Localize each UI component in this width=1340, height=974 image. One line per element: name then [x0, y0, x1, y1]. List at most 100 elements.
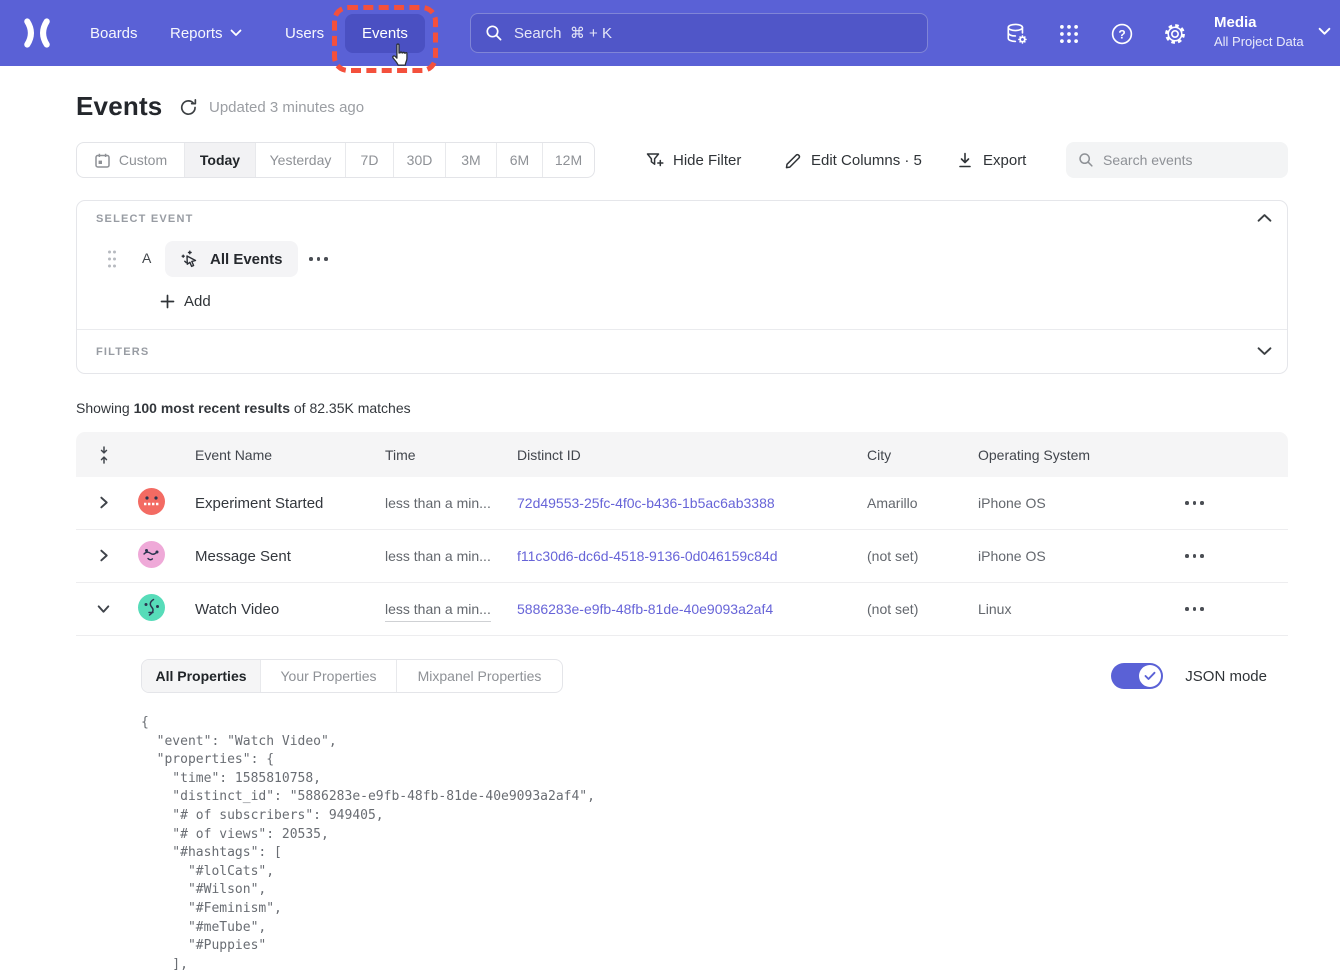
date-range-label: 12M [555, 152, 582, 168]
properties-tabs: All Properties Your Properties Mixpanel … [141, 659, 563, 693]
column-header-os[interactable]: Operating System [978, 447, 1185, 463]
nav-item-label: Events [362, 25, 408, 42]
date-range-today[interactable]: Today [185, 143, 256, 177]
collapse-row-icon[interactable] [96, 601, 112, 617]
hide-filter-label: Hide Filter [673, 152, 741, 169]
results-summary: Showing 100 most recent results of 82.35… [76, 400, 411, 416]
column-header-time[interactable]: Time [385, 447, 517, 463]
export-button[interactable]: Export [956, 151, 1032, 169]
search-events-input[interactable] [1103, 152, 1284, 168]
collapse-all-icon[interactable] [76, 446, 132, 464]
date-range-label: 3M [461, 152, 480, 168]
date-range-custom[interactable]: Custom [77, 143, 185, 177]
expand-row-icon[interactable] [96, 548, 112, 564]
search-events-box[interactable] [1066, 142, 1288, 178]
global-search[interactable] [470, 13, 928, 53]
hide-filter-button[interactable]: Hide Filter [645, 151, 748, 169]
svg-text:?: ? [1118, 27, 1125, 41]
date-range-3m[interactable]: 3M [446, 143, 497, 177]
mixpanel-logo-icon[interactable] [20, 18, 54, 48]
drag-handle-icon[interactable] [106, 249, 118, 269]
time-cell: less than a min... [385, 495, 517, 511]
row-more-options-button[interactable] [1185, 554, 1288, 558]
help-icon[interactable]: ? [1110, 22, 1134, 46]
data-management-icon[interactable] [1005, 22, 1029, 46]
project-name: Media [1214, 13, 1304, 33]
time-cell: less than a min... [385, 548, 517, 564]
table-row-expanded[interactable]: Watch Video less than a min... 5886283e-… [76, 583, 1288, 636]
add-event-button[interactable]: Add [160, 293, 211, 310]
date-range-7d[interactable]: 7D [346, 143, 394, 177]
apps-grid-icon[interactable] [1057, 22, 1081, 46]
row-more-options-button[interactable] [1185, 501, 1288, 505]
event-detail-panel: All Properties Your Properties Mixpanel … [76, 636, 1288, 974]
results-suffix: of 82.35K matches [290, 400, 411, 416]
table-row[interactable]: Experiment Started less than a min... 72… [76, 477, 1288, 530]
event-name-cell: Watch Video [195, 601, 385, 618]
event-selector-button[interactable]: All Events [165, 241, 298, 277]
column-header-distinct-id[interactable]: Distinct ID [517, 447, 867, 463]
date-range-30d[interactable]: 30D [394, 143, 446, 177]
settings-gear-icon[interactable] [1163, 22, 1187, 46]
date-range-label: Yesterday [270, 152, 332, 168]
date-range-6m[interactable]: 6M [497, 143, 543, 177]
expand-row-icon[interactable] [96, 495, 112, 511]
divider [77, 329, 1287, 330]
export-label: Export [983, 152, 1026, 169]
nav-item-label: Reports [170, 25, 223, 42]
tab-label: Mixpanel Properties [418, 668, 542, 684]
plus-icon [160, 294, 175, 309]
select-event-label: SELECT EVENT [96, 213, 194, 225]
nav-item-reports[interactable]: Reports [170, 0, 242, 66]
expand-filters-button[interactable] [1257, 346, 1273, 362]
date-range-yesterday[interactable]: Yesterday [256, 143, 346, 177]
json-mode-toggle[interactable] [1111, 663, 1163, 689]
global-search-input[interactable] [514, 25, 913, 42]
table-header: Event Name Time Distinct ID City Operati… [76, 432, 1288, 477]
os-cell: iPhone OS [978, 495, 1185, 511]
event-more-options-button[interactable] [309, 257, 328, 261]
edit-columns-button[interactable]: Edit Columns · 5 [784, 151, 926, 169]
os-cell: iPhone OS [978, 548, 1185, 564]
city-cell: Amarillo [867, 495, 978, 511]
json-mode-control: JSON mode [1111, 659, 1267, 693]
date-range-control: Custom Today Yesterday 7D 30D 3M 6M 12M [76, 142, 595, 178]
os-cell: Linux [978, 601, 1185, 617]
results-count: 100 most recent results [134, 400, 290, 416]
column-header-event-name[interactable]: Event Name [195, 447, 385, 463]
tab-all-properties[interactable]: All Properties [142, 660, 261, 692]
tab-mixpanel-properties[interactable]: Mixpanel Properties [397, 660, 562, 692]
download-icon [956, 151, 974, 169]
distinct-id-link[interactable]: 72d49553-25fc-4f0c-b436-1b5ac6ab3388 [517, 495, 775, 511]
nav-item-boards[interactable]: Boards [90, 0, 138, 66]
date-range-12m[interactable]: 12M [543, 143, 594, 177]
distinct-id-link[interactable]: f11c30d6-dc6d-4518-9136-0d046159c84d [517, 548, 778, 564]
nav-item-users[interactable]: Users [285, 0, 324, 66]
table-row[interactable]: Message Sent less than a min... f11c30d6… [76, 530, 1288, 583]
event-name-cell: Message Sent [195, 548, 385, 565]
refresh-icon[interactable] [179, 98, 198, 117]
event-avatar [138, 541, 165, 568]
calendar-icon [94, 152, 111, 169]
project-switcher[interactable]: Media All Project Data [1214, 13, 1304, 51]
event-avatar [138, 488, 165, 515]
table-toolbar: Hide Filter Edit Columns · 5 Export [645, 142, 1288, 178]
collapse-section-button[interactable] [1257, 213, 1273, 229]
event-json-view: { "event": "Watch Video", "properties": … [141, 714, 1288, 974]
row-more-options-button[interactable] [1185, 607, 1288, 611]
event-avatar [138, 594, 165, 621]
tab-label: All Properties [155, 668, 246, 684]
city-cell: (not set) [867, 601, 978, 617]
column-header-city[interactable]: City [867, 447, 978, 463]
nav-item-events[interactable]: Events [345, 14, 425, 53]
project-scope: All Project Data [1214, 33, 1304, 51]
page-title: Events [76, 91, 162, 122]
tab-your-properties[interactable]: Your Properties [261, 660, 397, 692]
add-label: Add [184, 293, 211, 310]
distinct-id-link[interactable]: 5886283e-e9fb-48fb-81de-40e9093a2af4 [517, 601, 773, 617]
date-range-label: 6M [510, 152, 529, 168]
city-cell: (not set) [867, 548, 978, 564]
all-events-icon [180, 249, 200, 269]
chevron-down-icon [230, 29, 242, 37]
results-prefix: Showing [76, 400, 134, 416]
